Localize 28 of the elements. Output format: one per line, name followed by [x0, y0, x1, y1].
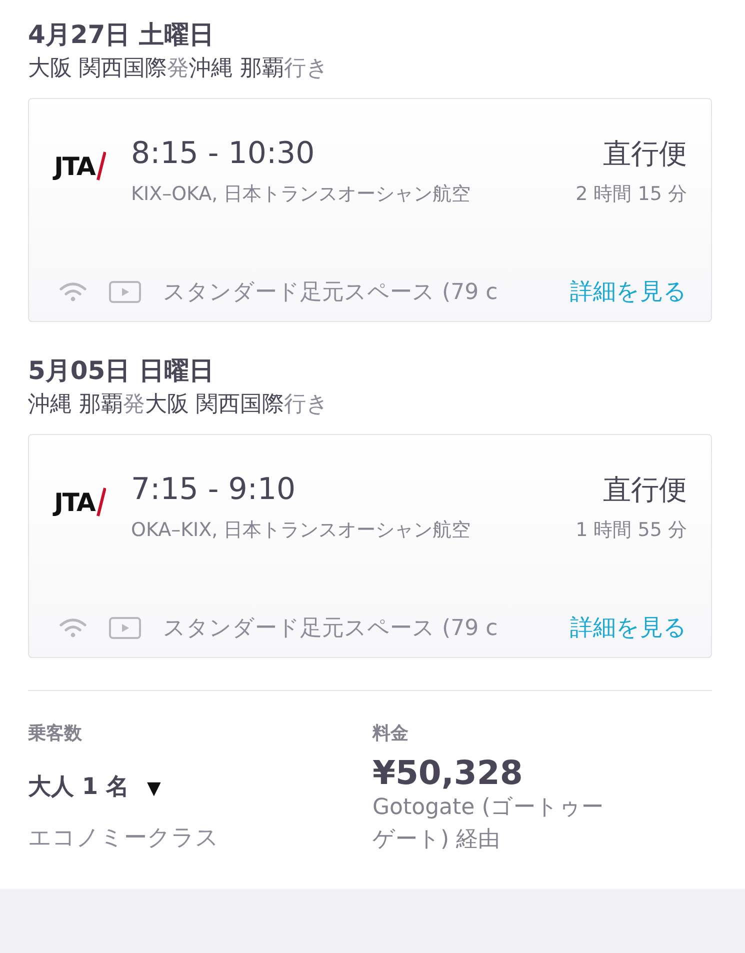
cabin-class: エコノミークラス: [28, 824, 220, 853]
passengers-label: 乗客数: [28, 722, 83, 745]
route-text: 大阪 関西国際発沖縄 那覇行き: [28, 55, 330, 83]
route-text: 沖縄 那覇発大阪 関西国際行き: [28, 391, 330, 419]
legroom-text: スタンダード足元スペース (79 c: [163, 278, 499, 306]
price-label: 料金: [372, 722, 410, 745]
flight-times: 8:15 - 10:30: [131, 136, 315, 171]
price-amount: ¥50,328: [372, 753, 524, 792]
wifi-icon: [59, 282, 87, 302]
flight-card[interactable]: JTA 7:15 - 9:10 直行便 OKA–KIX, 日本トランスオーシャン航空 1 時間 55 分 スタンダード足元スペース (79 c 詳細を見る: [28, 434, 712, 658]
airline-logo: JTA: [47, 135, 113, 197]
video-icon: [109, 616, 141, 638]
booking-provider: Gotogate (ゴートゥーゲート) 経由: [372, 794, 604, 854]
flight-details: KIX–OKA, 日本トランスオーシャン航空: [131, 182, 471, 207]
flight-card[interactable]: JTA 8:15 - 10:30 直行便 KIX–OKA, 日本トランスオーシャン航空 2 時間 15 分 スタンダード足元スペース (79 c 詳細を見る: [28, 98, 712, 322]
flight-date: 4月27日 土曜日: [28, 19, 215, 51]
stops-label: 直行便: [603, 472, 687, 508]
flight-details: OKA–KIX, 日本トランスオーシャン航空: [131, 518, 471, 543]
flight-date: 5月05日 日曜日: [28, 355, 215, 387]
video-icon: [109, 280, 141, 302]
stops-label: 直行便: [603, 136, 687, 172]
flight-times: 7:15 - 9:10: [131, 472, 296, 507]
flight-duration: 1 時間 55 分: [576, 518, 687, 543]
wifi-icon: [59, 618, 87, 638]
legroom-text: スタンダード足元スペース (79 c: [163, 614, 499, 642]
flight-duration: 2 時間 15 分: [576, 182, 687, 207]
airline-logo: JTA: [47, 471, 113, 533]
passenger-dropdown[interactable]: 大人 1 名 ▼: [28, 771, 161, 802]
